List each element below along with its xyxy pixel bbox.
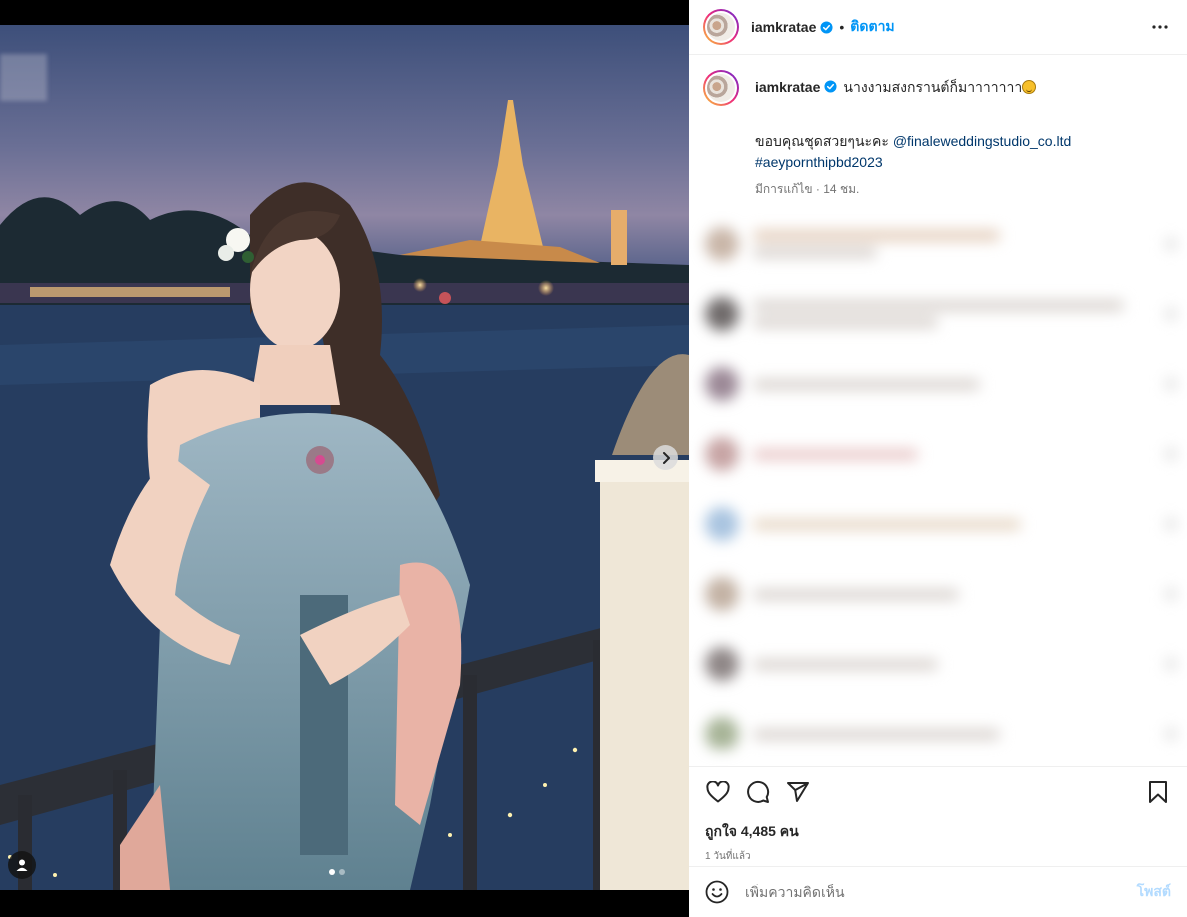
share-button[interactable] xyxy=(785,779,811,805)
follow-button[interactable]: ติดตาม xyxy=(850,16,894,38)
author-username[interactable]: iamkratae xyxy=(751,19,816,35)
list-item xyxy=(697,489,1185,559)
list-item xyxy=(697,419,1185,489)
carousel-dot xyxy=(339,869,345,875)
mention-link[interactable]: @finaleweddingstudio_co.ltd xyxy=(893,133,1071,149)
avatar-image xyxy=(707,74,735,102)
list-item xyxy=(697,559,1185,629)
save-button[interactable] xyxy=(1145,779,1171,805)
caption-thanks: ขอบคุณชุดสวยๆนะคะ xyxy=(755,133,889,149)
heart-icon xyxy=(706,781,730,803)
post-side-panel: iamkratae • ติดตาม iamkratae นางงามสงกราน… xyxy=(689,0,1187,917)
post-comment-button[interactable]: โพสต์ xyxy=(1137,881,1171,903)
hashtag-link[interactable]: #aeypornthipbd2023 xyxy=(755,154,883,170)
tagged-users-button[interactable] xyxy=(8,851,36,879)
comment-composer: โพสต์ xyxy=(689,866,1187,917)
post-timestamp[interactable]: 1 วันที่แล้ว xyxy=(705,849,1171,864)
avatar-image xyxy=(707,13,735,41)
comment-icon xyxy=(747,780,770,803)
photo-illustration xyxy=(0,100,689,890)
next-slide-button[interactable] xyxy=(653,445,678,470)
post-caption: iamkratae นางงามสงกรานต์ก็มาาาาาาา ขอบคุณ… xyxy=(703,70,1173,198)
list-item xyxy=(697,349,1185,419)
user-icon xyxy=(16,859,28,871)
comment-input[interactable] xyxy=(745,884,1137,900)
post-header: iamkratae • ติดตาม xyxy=(689,0,1187,55)
list-item xyxy=(697,209,1185,279)
caption-body: ขอบคุณชุดสวยๆนะคะ @finaleweddingstudio_c… xyxy=(755,131,1173,173)
emoji-icon[interactable] xyxy=(705,880,729,904)
list-item xyxy=(697,699,1185,749)
chevron-right-icon xyxy=(662,451,670,464)
grinning-emoji-icon xyxy=(1022,80,1037,94)
verified-badge-icon xyxy=(824,80,837,93)
like-count[interactable]: ถูกใจ 4,485 คน xyxy=(705,821,1171,843)
separator-dot: • xyxy=(839,19,845,35)
bookmark-icon xyxy=(1149,781,1167,803)
list-item xyxy=(697,629,1185,699)
carousel-dot xyxy=(329,869,335,875)
avatar[interactable] xyxy=(703,70,739,106)
post-photo[interactable] xyxy=(0,25,689,890)
post-media xyxy=(0,0,689,917)
post-actions: ถูกใจ 4,485 คน 1 วันที่แล้ว xyxy=(689,766,1187,862)
list-item xyxy=(697,279,1185,349)
share-icon xyxy=(787,782,809,802)
caption-username[interactable]: iamkratae xyxy=(755,79,820,95)
comment-button[interactable] xyxy=(745,779,771,805)
avatar[interactable] xyxy=(703,9,739,45)
blurred-corner xyxy=(0,54,47,101)
comments-list-blurred xyxy=(697,209,1185,749)
like-button[interactable] xyxy=(705,779,731,805)
caption-meta: มีการแก้ไข · 14 ชม. xyxy=(755,182,860,196)
verified-badge-icon xyxy=(820,20,833,34)
more-horizontal-icon[interactable] xyxy=(1151,18,1169,36)
carousel-indicator xyxy=(329,869,345,875)
caption-text: นางงามสงกรานต์ก็มาาาาาาา xyxy=(843,79,1023,95)
